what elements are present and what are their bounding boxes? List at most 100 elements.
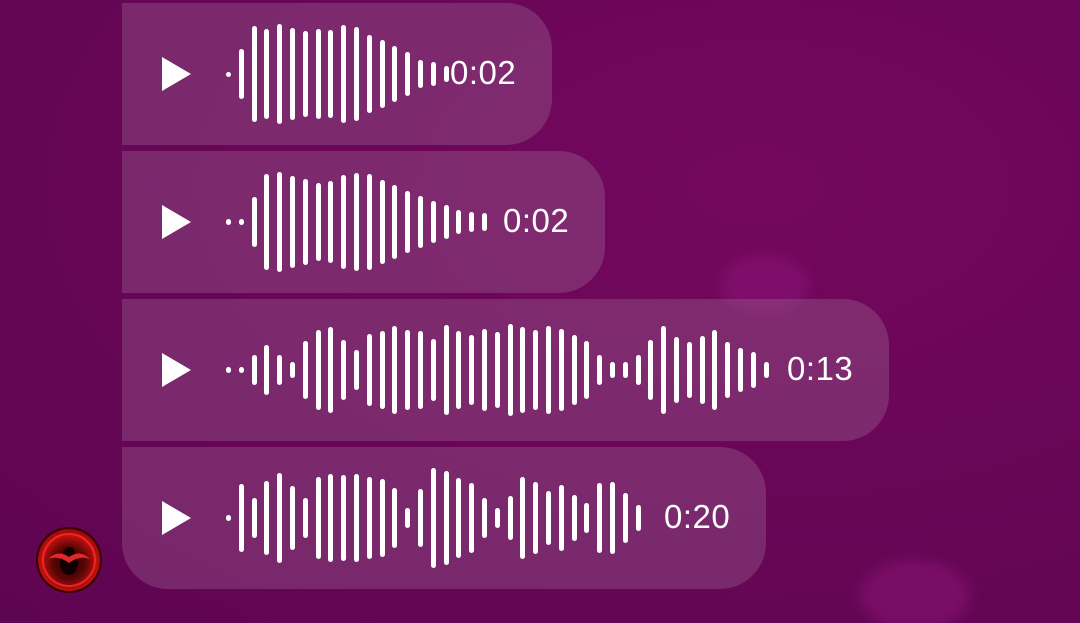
waveform-bar (571, 495, 577, 541)
avatar-emblem-icon (42, 533, 96, 587)
waveform-bar (392, 488, 398, 548)
waveform-bar (648, 340, 654, 400)
waveform-bar (712, 330, 718, 410)
waveform-bar (456, 478, 462, 558)
waveform-bar (290, 486, 295, 550)
waveform-bar (494, 332, 500, 408)
duration-label: 0:02 (450, 54, 517, 91)
waveform-bar (763, 362, 769, 378)
waveform-bar (699, 336, 705, 404)
waveform-bar (456, 331, 462, 409)
waveform-bar (251, 498, 257, 538)
waveform-bar (558, 485, 564, 551)
waveform-bar (354, 27, 359, 121)
waveform-bar (366, 477, 372, 559)
waveform-bar (379, 180, 385, 264)
waveform-bar (302, 498, 308, 538)
waveform-bar (725, 342, 731, 398)
waveform-bar (238, 367, 244, 373)
waveform-bar (354, 350, 359, 390)
avatar[interactable] (38, 529, 100, 591)
waveform-bar (392, 46, 398, 102)
duration-label: 0:20 (664, 498, 731, 535)
waveform-bar (264, 29, 270, 119)
waveform-bar (366, 174, 372, 270)
waveform-bar (277, 172, 283, 272)
waveform-bar (379, 479, 385, 557)
waveform-bar (226, 219, 231, 225)
voice-message-bubble[interactable]: 0:20 (122, 447, 766, 589)
waveform-bar (379, 331, 385, 409)
waveform-bar (366, 334, 372, 406)
waveform-bar (405, 508, 411, 528)
waveform-bar (558, 329, 564, 411)
waveform-bar (251, 197, 257, 247)
waveform-bar (238, 219, 244, 225)
waveform-bar (302, 341, 308, 399)
waveform-bar (520, 477, 526, 559)
waveform-bar (251, 26, 257, 122)
waveform-bar (469, 335, 475, 405)
waveform-bar (366, 35, 372, 113)
waveform-bar (264, 174, 270, 270)
voice-message-bubble[interactable]: 0:02 (122, 151, 605, 293)
play-icon[interactable] (162, 501, 191, 535)
play-icon[interactable] (162, 57, 191, 91)
waveform-bar (674, 337, 679, 403)
waveform-bar (686, 342, 692, 398)
waveform-bar (482, 329, 487, 411)
play-icon[interactable] (162, 353, 191, 387)
voice-message-bubble[interactable]: 0:02 (122, 3, 552, 145)
waveform-bar (277, 473, 283, 563)
waveform-bar (277, 24, 283, 124)
waveform-bar (507, 496, 513, 540)
waveform-bar (290, 28, 295, 120)
duration-label: 0:13 (787, 350, 854, 387)
waveform-bar (635, 505, 641, 531)
waveform-bar (315, 29, 321, 119)
duration-label: 0:02 (503, 202, 570, 239)
waveform-bar (610, 362, 615, 378)
waveform-bar (546, 491, 551, 545)
waveform-bar (418, 60, 423, 88)
waveform-bar (418, 489, 423, 547)
waveform-bar (392, 185, 398, 259)
waveform-bar (405, 191, 411, 253)
play-icon[interactable] (162, 205, 191, 239)
waveform-bar (430, 339, 436, 401)
waveform-bar (264, 345, 270, 395)
voice-message-bubble[interactable]: 0:13 (122, 299, 889, 441)
waveform-bar (597, 483, 603, 553)
waveform-bar (328, 474, 334, 562)
waveform-bar (456, 210, 462, 234)
waveform-bar (635, 355, 641, 385)
waveform-bar (328, 181, 334, 263)
waveform-bar (405, 330, 411, 410)
waveform-bar (238, 484, 244, 552)
waveform-bar (584, 341, 590, 399)
background-heart-decoration (860, 560, 970, 623)
waveform-bar (443, 66, 449, 82)
waveform-bar (418, 331, 423, 409)
waveform-bar (226, 515, 231, 521)
waveform-bar (392, 326, 398, 414)
waveform-bar (290, 362, 295, 378)
waveform-bar (622, 362, 628, 378)
waveform-bar (507, 324, 513, 416)
waveform-bar (584, 503, 590, 533)
waveform-bar (546, 326, 551, 414)
waveform-bar (443, 325, 449, 415)
waveform-bar (661, 326, 667, 414)
waveform-bar (430, 201, 436, 243)
waveform-bar (482, 213, 487, 231)
waveform-bar (520, 327, 526, 413)
waveform-bar (430, 468, 436, 568)
waveform-bar (315, 183, 321, 261)
waveform-bar (405, 52, 411, 96)
waveform-bar (226, 367, 231, 373)
waveform-bar (430, 62, 436, 86)
waveform-bar (494, 508, 500, 528)
waveform-bar (622, 493, 628, 543)
waveform-bar (354, 474, 359, 562)
waveform-bar (315, 477, 321, 559)
